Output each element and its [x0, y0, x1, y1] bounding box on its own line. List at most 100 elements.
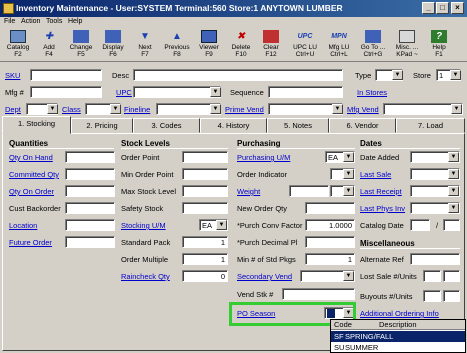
stocking-um-label[interactable]: Stocking U/M: [121, 221, 166, 230]
chevron-down-icon[interactable]: ▼: [343, 169, 354, 179]
menu-tools[interactable]: Tools: [46, 18, 62, 25]
menu-help[interactable]: Help: [68, 18, 82, 25]
next-icon: ▼: [140, 31, 150, 42]
chevron-down-icon[interactable]: ▼: [47, 104, 58, 114]
menu-action[interactable]: Action: [21, 18, 40, 25]
raincheck-qty-field: 0: [182, 270, 228, 282]
option-code: SF: [334, 332, 344, 341]
new-order-qty-field[interactable]: [305, 202, 355, 214]
location-field[interactable]: [65, 219, 115, 231]
tab-history[interactable]: 4. History: [200, 118, 267, 133]
last-sale-label[interactable]: Last Sale: [360, 170, 391, 179]
min-order-point-field[interactable]: [182, 168, 228, 180]
mfg-lookup-button[interactable]: MPN Mfg LU Ctrl+L: [322, 29, 356, 62]
catalog-button[interactable]: Catalog F2: [3, 29, 33, 62]
class-label[interactable]: Class: [62, 105, 81, 114]
display-button[interactable]: Display F6: [98, 29, 128, 62]
weight-field[interactable]: [289, 185, 329, 197]
maximize-button[interactable]: □: [436, 2, 449, 14]
raincheck-qty-label[interactable]: Raincheck Qty: [121, 272, 170, 281]
prime-vend-label[interactable]: Prime Vend: [225, 105, 264, 114]
committed-qty-label[interactable]: Committed Qty: [9, 170, 59, 179]
chevron-down-icon[interactable]: ▼: [343, 271, 354, 281]
menu-file[interactable]: File: [4, 18, 15, 25]
order-point-field[interactable]: [182, 151, 228, 163]
previous-button[interactable]: ▲ Previous F8: [162, 29, 192, 62]
standard-pack-field[interactable]: 1: [182, 236, 228, 248]
min-std-pkgs-field[interactable]: 1: [305, 253, 355, 265]
chevron-down-icon[interactable]: ▼: [392, 70, 403, 80]
chevron-down-icon[interactable]: ▼: [343, 152, 354, 162]
tab-vendor[interactable]: 6. Vendor: [329, 118, 396, 133]
qty-on-hand-label[interactable]: Qty On Hand: [9, 153, 53, 162]
chevron-down-icon[interactable]: ▼: [210, 104, 221, 114]
buyouts-label: Buyouts #/Units: [360, 292, 413, 301]
chevron-down-icon[interactable]: ▼: [110, 104, 121, 114]
help-button[interactable]: ? Help F1: [424, 29, 454, 62]
decimal-pl-field[interactable]: [305, 236, 355, 248]
sequence-field[interactable]: [268, 86, 343, 98]
minimize-button[interactable]: _: [422, 2, 435, 14]
weight-label[interactable]: Weight: [237, 187, 260, 196]
purchasing-um-label[interactable]: Purchasing U/M: [237, 153, 290, 162]
chevron-down-icon[interactable]: ▼: [216, 220, 227, 230]
change-button[interactable]: Change F5: [66, 29, 96, 62]
cust-backorder-field: [65, 202, 115, 214]
chevron-down-icon[interactable]: ▼: [451, 104, 462, 114]
future-order-label[interactable]: Future Order: [9, 238, 52, 247]
chevron-down-icon[interactable]: ▼: [332, 104, 343, 114]
tab-codes[interactable]: 3. Codes: [133, 118, 200, 133]
tab-stocking[interactable]: 1. Stocking: [2, 116, 71, 134]
add-button[interactable]: ✚ Add F4: [34, 29, 64, 62]
mfg-field[interactable]: [30, 86, 102, 98]
fineline-label[interactable]: Fineline: [124, 105, 150, 114]
season-option-sf[interactable]: SF SPRING/FALL: [331, 331, 465, 342]
location-label[interactable]: Location: [9, 221, 37, 230]
order-multiple-field[interactable]: 1: [182, 253, 228, 265]
vend-stk-field[interactable]: [282, 288, 355, 300]
tab-notes[interactable]: 5. Notes: [267, 118, 329, 133]
upc-label[interactable]: UPC: [116, 88, 132, 97]
chevron-down-icon[interactable]: ▼: [448, 203, 459, 213]
chevron-down-icon[interactable]: ▼: [448, 186, 459, 196]
sku-label[interactable]: SKU: [5, 71, 20, 80]
in-stores-link[interactable]: In Stores: [357, 88, 387, 97]
chevron-down-icon[interactable]: ▼: [210, 87, 221, 97]
safety-stock-field[interactable]: [182, 202, 228, 214]
chevron-down-icon[interactable]: ▼: [448, 169, 459, 179]
tab-pricing[interactable]: 2. Pricing: [71, 118, 133, 133]
close-button[interactable]: ×: [451, 2, 464, 14]
upc-lookup-button[interactable]: UPC UPC LU Ctrl+U: [288, 29, 322, 62]
mfg-vend-label[interactable]: Mfg Vend: [347, 105, 379, 114]
desc-field[interactable]: [133, 69, 343, 81]
date-added-label: Date Added: [360, 153, 400, 162]
dept-label[interactable]: Dept: [5, 105, 21, 114]
next-button[interactable]: ▼ Next F7: [130, 29, 160, 62]
alternate-ref-field[interactable]: [410, 253, 460, 265]
viewer-button[interactable]: Viewer F9: [194, 29, 224, 62]
season-option-su[interactable]: SU SUMMER: [331, 342, 465, 353]
catalog-date-year[interactable]: [443, 219, 460, 231]
change-icon: [73, 30, 89, 43]
conv-factor-field[interactable]: 1.0000: [305, 219, 355, 231]
description-column-header: Description: [379, 320, 417, 329]
sku-field[interactable]: [30, 69, 102, 81]
chevron-down-icon[interactable]: ▼: [343, 186, 354, 196]
max-stock-level-field[interactable]: [182, 185, 228, 197]
goto-button[interactable]: Go To ... Ctrl+G: [356, 29, 390, 62]
misc-button[interactable]: Misc. ... KPad ~: [390, 29, 424, 62]
secondary-vend-label[interactable]: Secondary Vend: [237, 272, 292, 281]
qty-on-order-label[interactable]: Qty On Order: [9, 187, 54, 196]
toolbar: Catalog F2 ✚ Add F4 Change F5 Display F6 ▼ N…: [0, 28, 467, 62]
delete-button[interactable]: ✖ Delete F10: [226, 29, 256, 62]
last-phys-inv-label[interactable]: Last Phys Inv: [360, 204, 405, 213]
clear-button[interactable]: Clear F12: [256, 29, 286, 62]
last-receipt-label[interactable]: Last Receipt: [360, 187, 402, 196]
catalog-date-month[interactable]: [410, 219, 430, 231]
chevron-down-icon[interactable]: ▼: [448, 152, 459, 162]
upc-field[interactable]: [133, 86, 221, 98]
additional-ordering-info-link[interactable]: Additional Ordering Info: [360, 309, 439, 318]
chevron-down-icon[interactable]: ▼: [450, 70, 461, 80]
purchasing-header: Purchasing: [237, 139, 281, 148]
tab-load[interactable]: 7. Load: [396, 118, 465, 133]
